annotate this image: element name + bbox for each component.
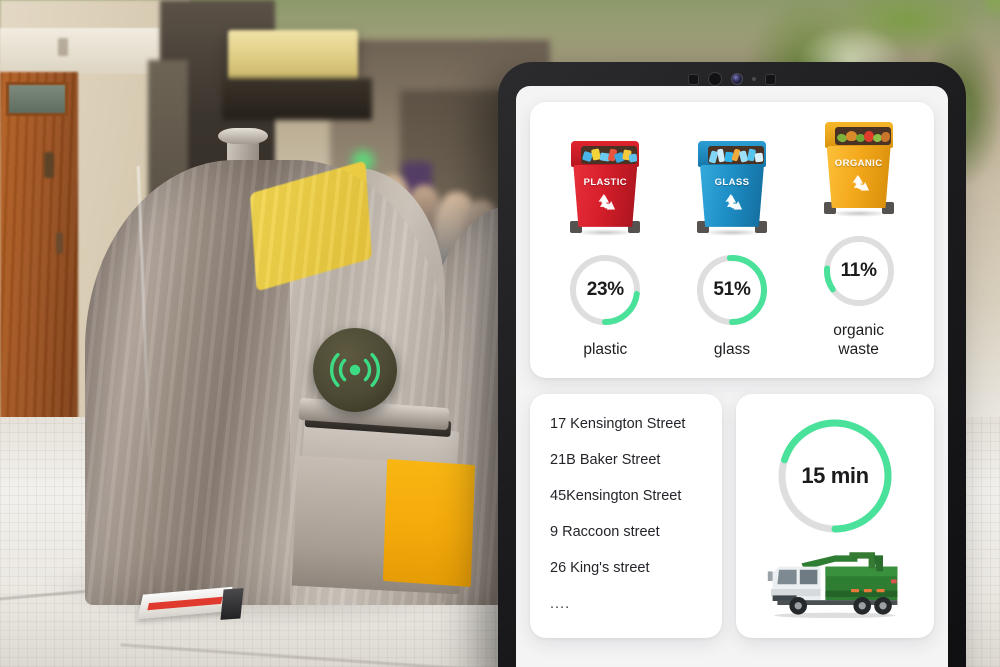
collection-addresses-card: 17 Kensington Street 21B Baker Street 45… xyxy=(530,393,722,638)
wifi-signal-icon xyxy=(313,328,397,412)
organic-label-line2: waste xyxy=(838,340,879,358)
address-list-more[interactable]: .... xyxy=(550,596,722,612)
plastic-bin-icon: PLASTIC xyxy=(567,140,643,236)
glass-fill-gauge: 51% xyxy=(693,251,771,329)
sensor-square-icon xyxy=(688,73,699,85)
address-list-item[interactable]: 45Kensington Street xyxy=(550,488,722,504)
organic-bin-icon: ORGANIC xyxy=(821,122,897,217)
eta-card: 15 min xyxy=(736,393,934,638)
recycle-icon xyxy=(725,193,743,210)
glass-label: glass xyxy=(713,340,751,358)
organic-fill-gauge: 11% xyxy=(820,232,898,310)
facade-lintel xyxy=(0,28,160,74)
organic-label: organic waste xyxy=(833,322,884,360)
litter-dark-object xyxy=(220,588,244,620)
bin-body: GLASS xyxy=(699,164,764,227)
organic-percent-value: 11% xyxy=(840,260,877,281)
plastic-percent-value: 23% xyxy=(586,278,624,300)
waste-stats-card: PLASTIC 23% plastic GLASS 51% glass ORGA… xyxy=(530,102,934,378)
bin-shadow xyxy=(701,228,762,236)
tablet-screen: PLASTIC 23% plastic GLASS 51% glass ORGA… xyxy=(516,86,948,667)
dashboard-bottom-row: 17 Kensington Street 21B Baker Street 45… xyxy=(530,393,934,638)
shop-awning xyxy=(228,30,358,82)
bin-shadow xyxy=(575,228,636,236)
eta-value: 15 min xyxy=(801,462,869,488)
plastic-label: plastic xyxy=(583,340,628,358)
door-glass-pane xyxy=(6,82,68,116)
bin-shadow xyxy=(828,210,889,217)
bin-label-text: ORGANIC xyxy=(834,158,883,169)
bin-lid xyxy=(571,140,640,167)
address-list-item[interactable]: 17 Kensington Street xyxy=(550,416,722,432)
house-number-plate xyxy=(58,38,68,56)
eta-gauge: 15 min xyxy=(773,414,897,538)
recycle-icon xyxy=(598,193,616,210)
glass-bin-icon: GLASS xyxy=(694,140,770,236)
shop-awning-shadow xyxy=(222,78,372,120)
organic-label-line1: organic xyxy=(833,322,885,339)
garbage-truck-icon xyxy=(767,552,898,618)
bin-body: PLASTIC xyxy=(573,164,638,227)
bin-label-text: GLASS xyxy=(714,176,750,188)
address-list-item[interactable]: 26 King's street xyxy=(550,560,722,576)
address-list-item[interactable]: 21B Baker Street xyxy=(550,452,722,468)
bin-lid xyxy=(697,140,766,167)
recycle-icon xyxy=(852,175,869,191)
organic-waste-icon xyxy=(835,128,891,147)
container-yellow-panel xyxy=(382,458,476,588)
mic-dot-icon xyxy=(752,77,756,81)
plastic-fill-gauge: 23% xyxy=(566,251,644,329)
waste-bins-row: PLASTIC 23% plastic GLASS 51% glass ORGA… xyxy=(542,122,922,360)
camera-ring-icon xyxy=(708,72,722,86)
waste-bin-plastic[interactable]: PLASTIC 23% plastic xyxy=(546,140,664,360)
door-knob xyxy=(44,152,54,178)
sensor-square-icon xyxy=(765,73,776,85)
bin-body: ORGANIC xyxy=(826,146,891,208)
tablet-device: PLASTIC 23% plastic GLASS 51% glass ORGA… xyxy=(498,62,966,667)
smart-waste-container xyxy=(55,128,476,620)
glass-waste-icon xyxy=(708,147,764,166)
glass-percent-value: 51% xyxy=(713,278,751,300)
waste-bin-organic[interactable]: ORGANIC 11% organic waste xyxy=(800,122,918,360)
waste-bin-glass[interactable]: GLASS 51% glass xyxy=(673,140,791,360)
bin-label-text: PLASTIC xyxy=(583,176,628,188)
bin-lid xyxy=(824,122,893,148)
container-vent-cap xyxy=(218,128,268,144)
address-list-item[interactable]: 9 Raccoon street xyxy=(550,524,722,540)
camera-lens-icon xyxy=(731,73,743,85)
plastic-waste-icon xyxy=(581,147,638,166)
